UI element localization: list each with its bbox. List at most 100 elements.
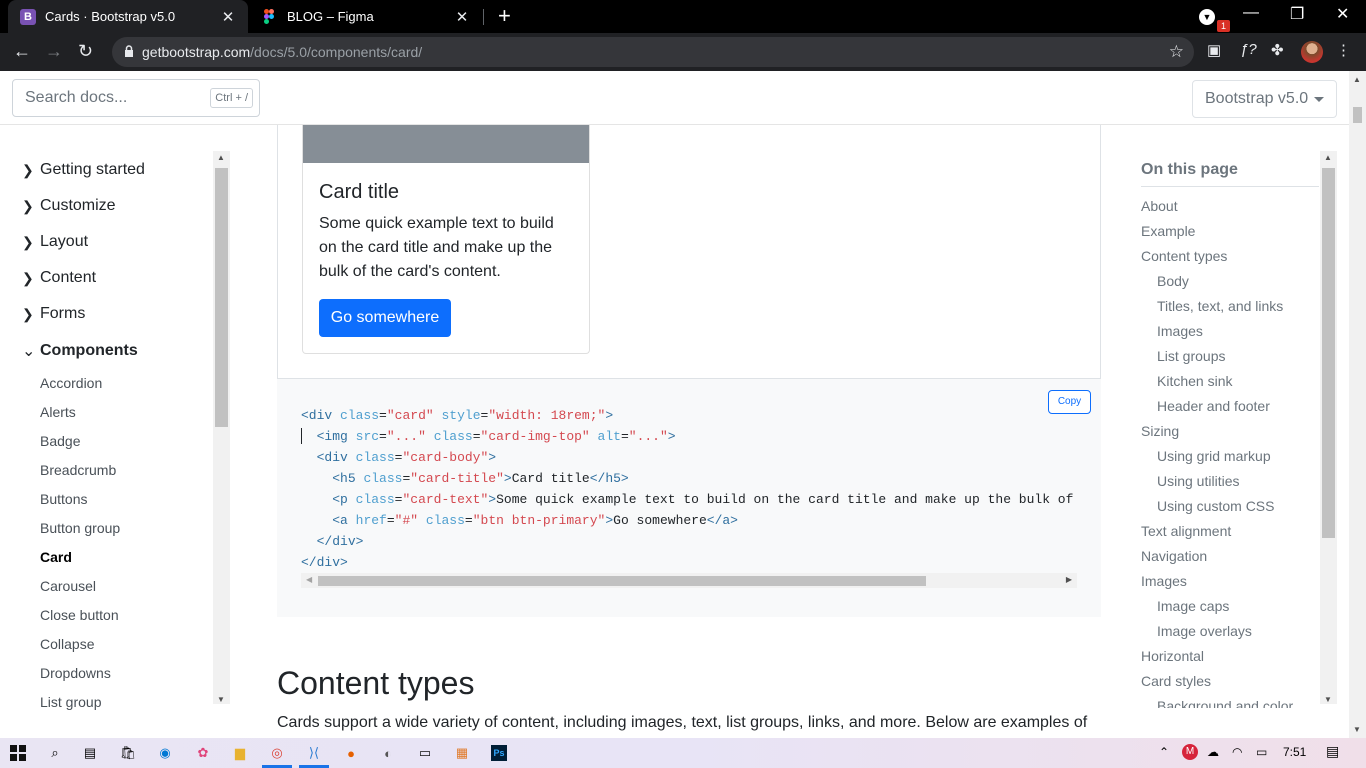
new-tab-icon[interactable]: + (498, 4, 511, 28)
toc-item[interactable]: About (1141, 198, 1178, 214)
chevron-up-icon[interactable]: ⌃ (1159, 745, 1169, 759)
scroll-up-icon[interactable]: ▲ (1353, 75, 1361, 84)
firefox-icon[interactable]: ● (341, 743, 361, 763)
toc-item[interactable]: Card styles (1141, 673, 1211, 689)
sublime-icon[interactable]: ▦ (452, 743, 472, 763)
toc-item[interactable]: Header and footer (1157, 398, 1270, 414)
sidebar-item-close-button[interactable]: Close button (40, 607, 119, 623)
reload-icon[interactable]: ↻ (78, 41, 93, 61)
sidebar-group-customize[interactable]: ❯ Customize (22, 197, 116, 215)
toc-item[interactable]: Titles, text, and links (1157, 298, 1283, 314)
toc-item[interactable]: Text alignment (1141, 523, 1231, 539)
tab-search-icon[interactable]: ▼ (1199, 9, 1215, 25)
scroll-down-icon[interactable]: ▼ (1353, 725, 1361, 734)
forward-icon[interactable]: → (45, 41, 63, 61)
sidebar-item-list-group[interactable]: List group (40, 694, 101, 710)
restore-icon[interactable]: ❐ (1290, 4, 1304, 24)
close-window-icon[interactable]: ✕ (1336, 4, 1349, 24)
scrollbar-thumb[interactable] (215, 168, 228, 427)
toc-scrollbar[interactable]: ▲ ▼ (1320, 151, 1337, 704)
toc-item[interactable]: Using custom CSS (1157, 498, 1274, 514)
omnibox[interactable]: getbootstrap.com/docs/5.0/components/car… (112, 37, 1194, 67)
sidebar-item-dropdowns[interactable]: Dropdowns (40, 665, 111, 681)
terminal-icon[interactable]: ▭ (415, 743, 435, 763)
puzzle-extensions-icon[interactable]: ✤ (1271, 41, 1284, 59)
toc-item[interactable]: Body (1157, 273, 1189, 289)
scrollbar-thumb[interactable] (318, 576, 926, 586)
toc-item[interactable]: List groups (1157, 348, 1225, 364)
sidebar-item-card[interactable]: Card (40, 549, 72, 565)
task-view-icon[interactable]: ▤ (80, 743, 100, 763)
toc-item[interactable]: Image caps (1157, 598, 1229, 614)
sidebar-group-layout[interactable]: ❯ Layout (22, 233, 88, 251)
sidebar-group-components[interactable]: ⌄ Components (22, 341, 138, 361)
toc-item[interactable]: Images (1157, 323, 1203, 339)
sidebar-group-getting-started[interactable]: ❯ Getting started (22, 161, 145, 179)
edge-icon[interactable]: ◉ (155, 743, 175, 763)
sidebar-item-accordion[interactable]: Accordion (40, 375, 102, 391)
bookmark-star-icon[interactable]: ☆ (1169, 42, 1184, 62)
toc-item[interactable]: Content types (1141, 248, 1227, 264)
sidebar-group-content[interactable]: ❯ Content (22, 269, 96, 287)
scroll-up-icon[interactable]: ▲ (1324, 153, 1332, 162)
sidebar-item-breadcrumb[interactable]: Breadcrumb (40, 462, 116, 478)
wifi-icon[interactable]: ◠ (1232, 745, 1242, 759)
font-extension-icon[interactable]: ƒ? (1240, 41, 1257, 58)
mcafee-icon[interactable]: M (1182, 744, 1198, 760)
windows-start-icon[interactable] (8, 743, 28, 763)
card-text: Some quick example text to build on the … (319, 215, 554, 280)
notification-icon[interactable]: ▤ (1326, 743, 1339, 760)
scrollbar-thumb[interactable] (1322, 168, 1335, 538)
scroll-down-icon[interactable]: ▼ (217, 695, 225, 704)
sidebar-item-alerts[interactable]: Alerts (40, 404, 76, 420)
menu-kebab-icon[interactable]: ⋮ (1336, 41, 1351, 59)
vscode-icon[interactable]: ⟩⟨ (304, 743, 324, 763)
go-somewhere-button[interactable]: Go somewhere (319, 299, 451, 337)
battery-icon[interactable]: ▭ (1256, 745, 1267, 759)
code-horizontal-scrollbar[interactable]: ◀ ▶ (301, 573, 1077, 588)
sidebar-item-button-group[interactable]: Button group (40, 520, 120, 536)
toc-item[interactable]: Images (1141, 573, 1187, 589)
paint-icon[interactable]: ✿ (193, 743, 213, 763)
address-toolbar: ← → ↻ getbootstrap.com/docs/5.0/componen… (0, 33, 1366, 71)
sidebar-item-badge[interactable]: Badge (40, 433, 80, 449)
scroll-down-icon[interactable]: ▼ (1324, 695, 1332, 704)
cloud-icon[interactable]: ☁ (1207, 745, 1219, 759)
scroll-left-icon[interactable]: ◀ (306, 575, 312, 584)
minimize-icon[interactable]: — (1243, 4, 1259, 22)
extension-icon[interactable]: ▣ (1207, 41, 1221, 59)
toc-item[interactable]: Image overlays (1157, 623, 1252, 639)
chrome-icon[interactable]: ◎ (267, 743, 287, 763)
toc-item[interactable]: Using grid markup (1157, 448, 1271, 464)
sidebar-item-collapse[interactable]: Collapse (40, 636, 94, 652)
close-tab-icon[interactable]: ✕ (220, 8, 236, 26)
app-icon[interactable]: ◐ (378, 743, 398, 763)
search-input[interactable]: Search docs... Ctrl + / (12, 79, 260, 117)
toc-item[interactable]: Kitchen sink (1157, 373, 1232, 389)
back-icon[interactable]: ← (13, 41, 31, 61)
store-icon[interactable]: 🛍 (118, 743, 138, 763)
toc-item[interactable]: Horizontal (1141, 648, 1204, 664)
sidebar-item-carousel[interactable]: Carousel (40, 578, 96, 594)
photoshop-icon[interactable]: Ps (489, 743, 509, 763)
toc-item[interactable]: Using utilities (1157, 473, 1239, 489)
close-tab-icon[interactable]: ✕ (454, 8, 470, 26)
scrollbar-thumb[interactable] (1353, 107, 1362, 123)
profile-avatar[interactable] (1301, 41, 1323, 63)
version-dropdown[interactable]: Bootstrap v5.0 (1192, 80, 1337, 118)
tab-blog-figma[interactable]: BLOG – Figma ✕ (250, 0, 482, 33)
search-icon[interactable]: ⌕ (45, 743, 65, 763)
scroll-up-icon[interactable]: ▲ (217, 153, 225, 162)
toc-item[interactable]: Navigation (1141, 548, 1207, 564)
scroll-right-icon[interactable]: ▶ (1066, 575, 1072, 584)
tab-cards-bootstrap[interactable]: B Cards · Bootstrap v5.0 ✕ (8, 0, 248, 33)
toc-item[interactable]: Example (1141, 223, 1195, 239)
sidebar-scrollbar[interactable]: ▲ ▼ (213, 151, 230, 704)
sidebar-group-forms[interactable]: ❯ Forms (22, 305, 85, 323)
clock-time[interactable]: 7:51 (1283, 745, 1306, 759)
file-explorer-icon[interactable]: ▆ (230, 743, 250, 763)
sidebar-item-buttons[interactable]: Buttons (40, 491, 87, 507)
toc-item[interactable]: Background and color (1157, 698, 1293, 708)
toc-item[interactable]: Sizing (1141, 423, 1179, 439)
page-scrollbar[interactable]: ▲ ▼ (1349, 71, 1366, 738)
